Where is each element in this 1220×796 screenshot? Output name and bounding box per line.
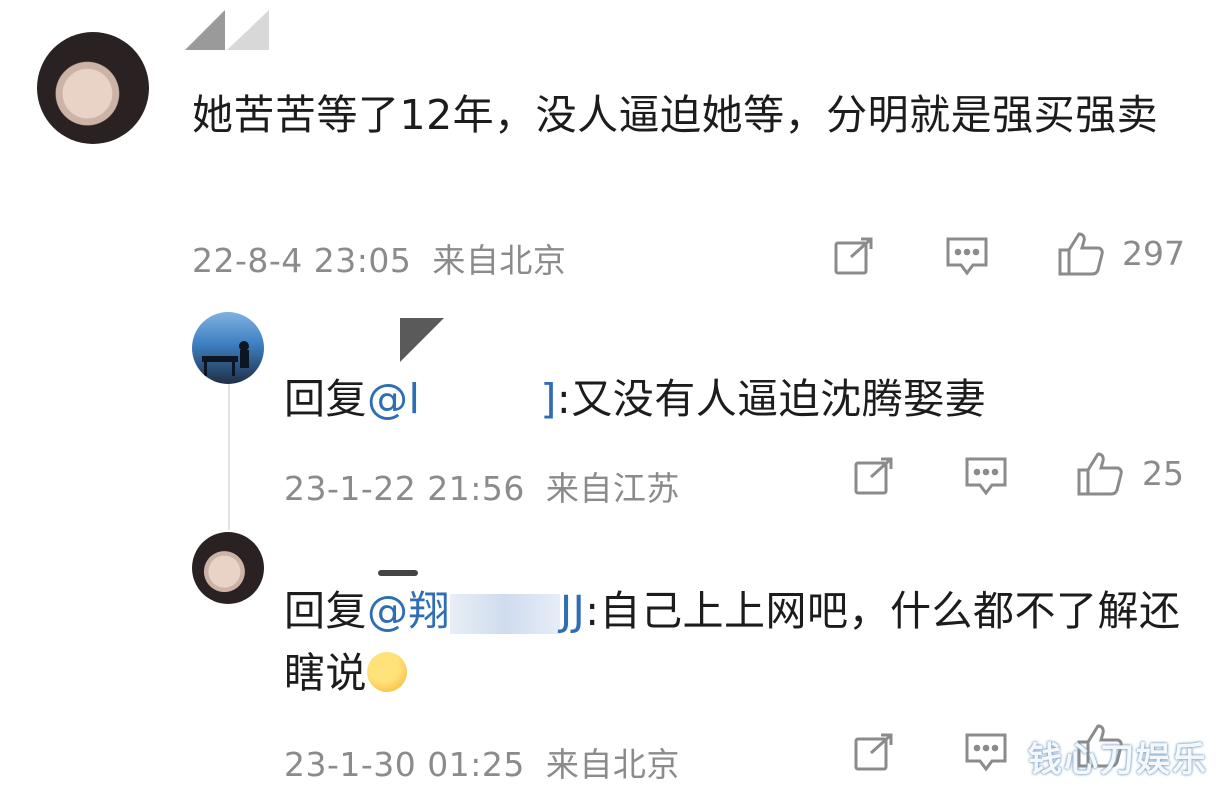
comment-icon[interactable]: [945, 234, 989, 278]
redaction-mark: [400, 318, 444, 362]
thread-line: [228, 380, 230, 530]
at-mention[interactable]: @l: [367, 375, 420, 423]
reply-body: :又没有人逼迫沈腾娶妻: [556, 375, 987, 423]
mention-redacted: [450, 594, 560, 634]
at-mention[interactable]: @翔: [367, 587, 450, 635]
shush-emoji-icon: [367, 652, 407, 692]
mention-redacted: [420, 381, 541, 423]
thumbs-up-icon[interactable]: [1057, 230, 1105, 278]
mention-tail[interactable]: ]: [540, 375, 557, 423]
comment-icon[interactable]: [964, 454, 1008, 498]
comment-icon[interactable]: [964, 730, 1008, 774]
comment-meta: 23-1-22 21:56 来自江苏: [284, 462, 680, 510]
comment-text: 她苦苦等了12年，没人逼迫她等，分明就是强买强卖: [192, 91, 1159, 139]
share-icon[interactable]: [832, 234, 876, 278]
location: 来自北京: [545, 745, 680, 784]
reply-text: 回复@l]:又没有人逼迫沈腾娶妻: [284, 368, 986, 430]
timestamp: 23-1-22 21:56: [284, 469, 525, 508]
location: 来自北京: [432, 241, 567, 280]
username-redacted[interactable]: [185, 10, 269, 50]
reply-text: 回复@翔 JJ:自己上上网吧，什么都不了解还瞎说: [284, 580, 1194, 704]
location: 来自江苏: [545, 469, 680, 508]
reply-prefix: 回复: [284, 375, 367, 423]
thumbs-up-icon[interactable]: [1076, 450, 1124, 498]
like-count: 297: [1122, 234, 1185, 273]
avatar[interactable]: [192, 312, 264, 384]
piano-silhouette-icon: [202, 341, 249, 376]
reply-prefix: 回复: [284, 587, 367, 635]
timestamp: 23-1-30 01:25: [284, 745, 525, 784]
username-redacted[interactable]: [370, 318, 450, 362]
comment-meta: 23-1-30 01:25 来自北京: [284, 738, 680, 786]
share-icon[interactable]: [852, 730, 896, 774]
redaction-mark: [185, 10, 269, 50]
avatar[interactable]: [192, 532, 264, 604]
avatar[interactable]: [37, 32, 149, 144]
like-count: 25: [1142, 454, 1184, 493]
mention-tail[interactable]: JJ: [560, 587, 585, 635]
username-redacted: [378, 570, 418, 576]
watermark: 钱心刀娱乐: [1028, 740, 1208, 780]
share-icon[interactable]: [852, 454, 896, 498]
comment-meta: 22-8-4 23:05 来自北京: [192, 234, 566, 282]
timestamp: 22-8-4 23:05: [192, 241, 412, 280]
